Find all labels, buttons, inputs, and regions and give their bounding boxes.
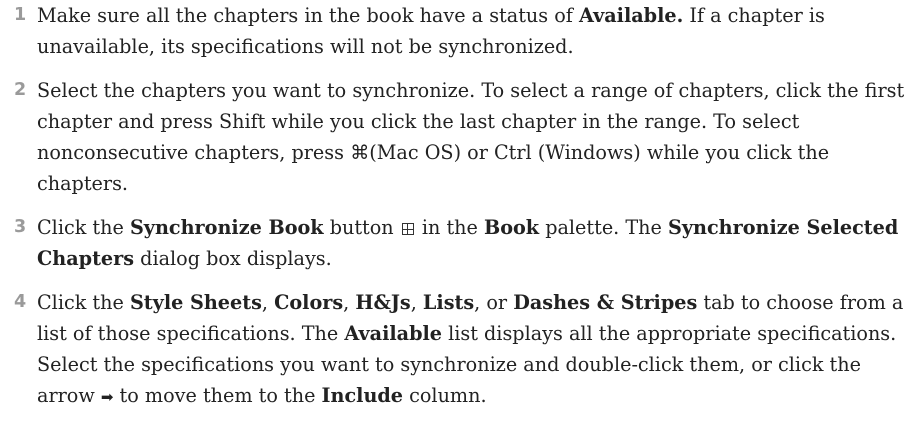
term-style-sheets: Style Sheets (129, 291, 262, 314)
synchronize-book-icon (401, 223, 414, 235)
step-text: Click the Style Sheets, Colors, H&Js, Li… (37, 287, 906, 413)
term-book: Book (483, 216, 540, 239)
step-number: 4 (14, 292, 27, 312)
text-run: palette. The (539, 216, 668, 239)
step-text: Make sure all the chapters in the book h… (37, 0, 906, 62)
term-synchronize-book: Synchronize Book (129, 216, 324, 239)
arrow-right-icon: ➡ (100, 388, 114, 406)
term-available: Available. (578, 4, 684, 27)
step-number: 1 (14, 5, 27, 25)
step-1: 1 Make sure all the chapters in the book… (14, 0, 906, 62)
text-run: to move them to the (113, 384, 322, 407)
text-run: Click the (37, 291, 130, 314)
text-run: , or (474, 291, 514, 314)
text-run: , (410, 291, 423, 314)
instruction-steps: 1 Make sure all the chapters in the book… (14, 0, 906, 413)
text-run: button (323, 216, 400, 239)
term-dashes-stripes: Dashes & Stripes (513, 291, 698, 314)
command-key-icon: ⌘ (350, 141, 370, 164)
term-lists: Lists (422, 291, 475, 314)
term-colors: Colors (274, 291, 344, 314)
step-4: 4 Click the Style Sheets, Colors, H&Js, … (14, 287, 906, 413)
text-run: Make sure all the chapters in the book h… (37, 4, 579, 27)
step-3: 3 Click the Synchronize Book button in t… (14, 212, 906, 274)
text-run: , (261, 291, 275, 314)
text-run: dialog box displays. (134, 247, 332, 270)
step-2: 2 Select the chapters you want to synchr… (14, 75, 906, 199)
text-run: , (343, 291, 356, 314)
term-hjs: H&Js (355, 291, 411, 314)
term-available: Available (344, 322, 442, 345)
step-text: Click the Synchronize Book button in the… (37, 212, 906, 274)
text-run: column. (403, 384, 487, 407)
step-text: Select the chapters you want to synchron… (37, 75, 906, 199)
step-number: 3 (14, 217, 27, 237)
text-run: Click the (37, 216, 130, 239)
term-include: Include (321, 384, 404, 407)
step-number: 2 (14, 80, 27, 100)
text-run: in the (415, 216, 484, 239)
